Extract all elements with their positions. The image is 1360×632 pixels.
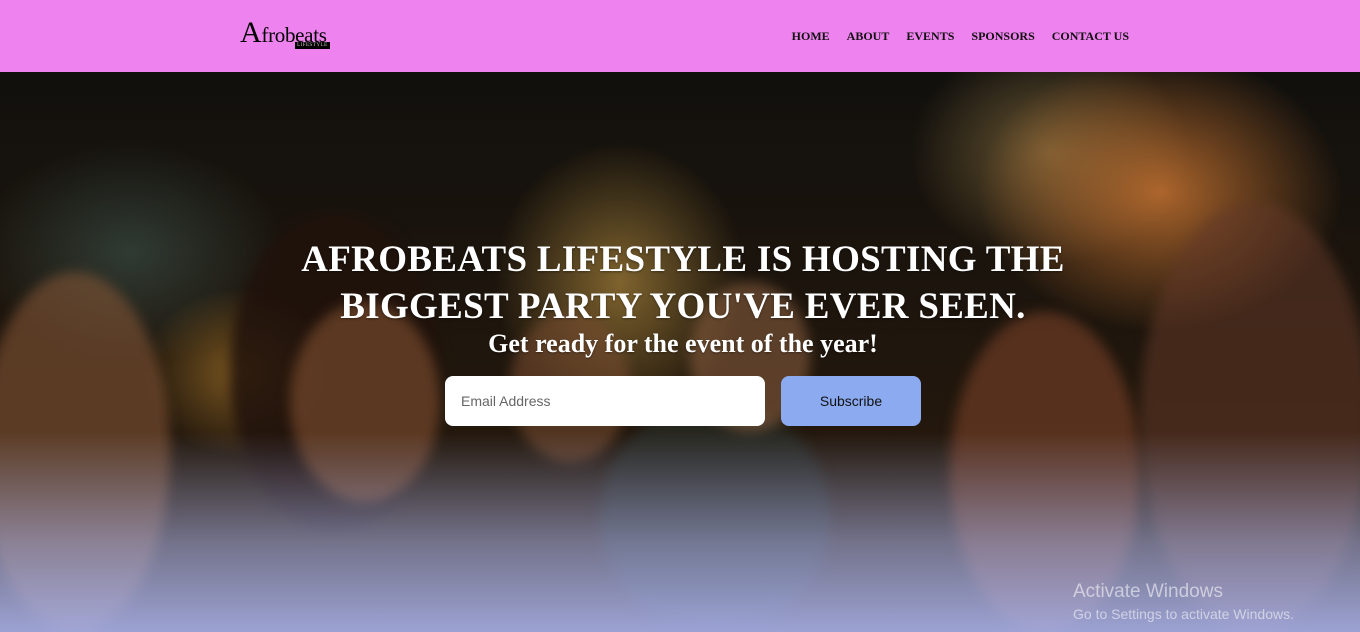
hero-section: AFROBEATS LIFESTYLE IS HOSTING THE BIGGE… [0,72,1360,632]
windows-activation-watermark-text: Go to Settings to activate Windows. [1073,606,1294,622]
nav-events-link[interactable]: EVENTS [906,28,954,44]
email-input[interactable] [445,376,765,426]
logo-subtitle: LIFESTYLE [295,42,330,49]
main-nav: HOME ABOUT EVENTS SPONSORS CONTACT US [792,28,1129,44]
nav-contact-link[interactable]: CONTACT US [1052,28,1129,44]
hero-headline: AFROBEATS LIFESTYLE IS HOSTING THE BIGGE… [0,236,1360,330]
logo[interactable]: Afrobeats LIFESTYLE [240,18,340,52]
navbar: Afrobeats LIFESTYLE HOME ABOUT EVENTS SP… [0,0,1360,72]
windows-activation-watermark-title: Activate Windows [1073,581,1223,602]
hero-headline-line1: AFROBEATS LIFESTYLE IS HOSTING THE [301,239,1065,280]
subscribe-button[interactable]: Subscribe [781,376,921,426]
nav-sponsors-link[interactable]: SPONSORS [971,28,1034,44]
hero-headline-line2: BIGGEST PARTY YOU'VE EVER SEEN. [340,286,1026,327]
hero-subheadline: Get ready for the event of the year! [488,329,878,358]
nav-home-link[interactable]: HOME [792,28,830,44]
nav-about-link[interactable]: ABOUT [847,28,890,44]
